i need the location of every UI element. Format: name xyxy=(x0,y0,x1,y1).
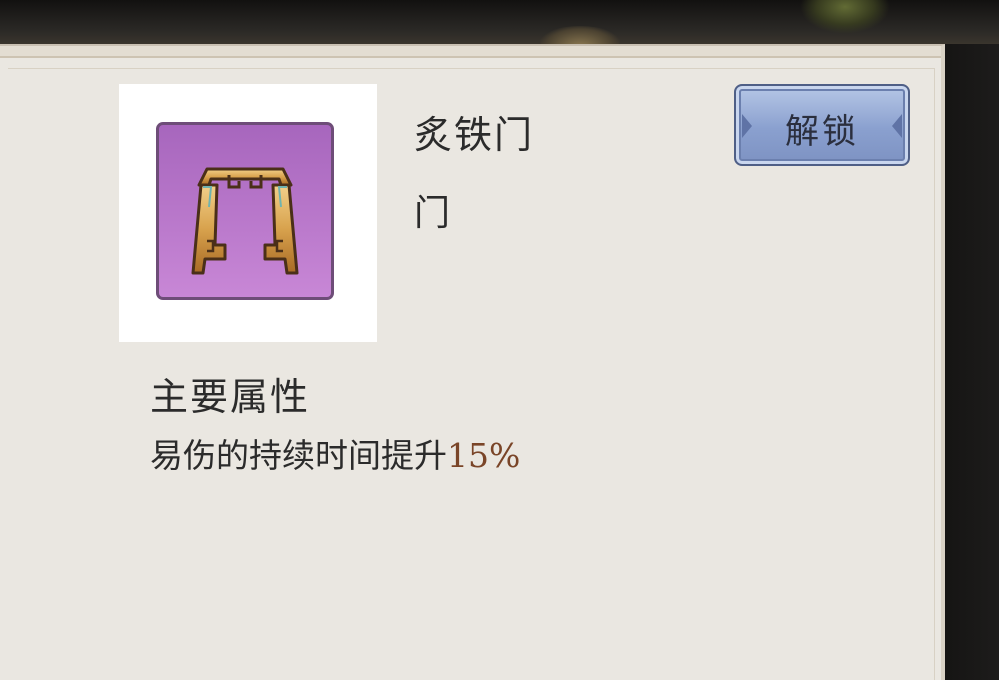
attribute-text: 易伤的持续时间提升 xyxy=(150,436,447,475)
unlock-button-label: 解锁 xyxy=(785,112,859,152)
item-type: 门 xyxy=(414,193,451,234)
game-screen: 炙铁门 门 解锁 主要属性 易伤的持续时间提升15% xyxy=(0,0,999,680)
item-icon-frame xyxy=(119,84,377,342)
item-name: 炙铁门 xyxy=(414,113,535,157)
gate-icon xyxy=(191,167,299,275)
main-attribute-title: 主要属性 xyxy=(150,375,311,419)
top-emblem-ornament xyxy=(800,0,890,34)
attribute-value: 15% xyxy=(447,436,521,475)
main-attribute-description: 易伤的持续时间提升15% xyxy=(150,429,520,477)
top-decoration-strip xyxy=(0,0,999,56)
item-icon-tile xyxy=(156,122,334,300)
right-dark-edge xyxy=(941,44,999,680)
button-right-arrow-icon xyxy=(892,114,902,138)
unlock-button[interactable]: 解锁 xyxy=(734,84,910,166)
